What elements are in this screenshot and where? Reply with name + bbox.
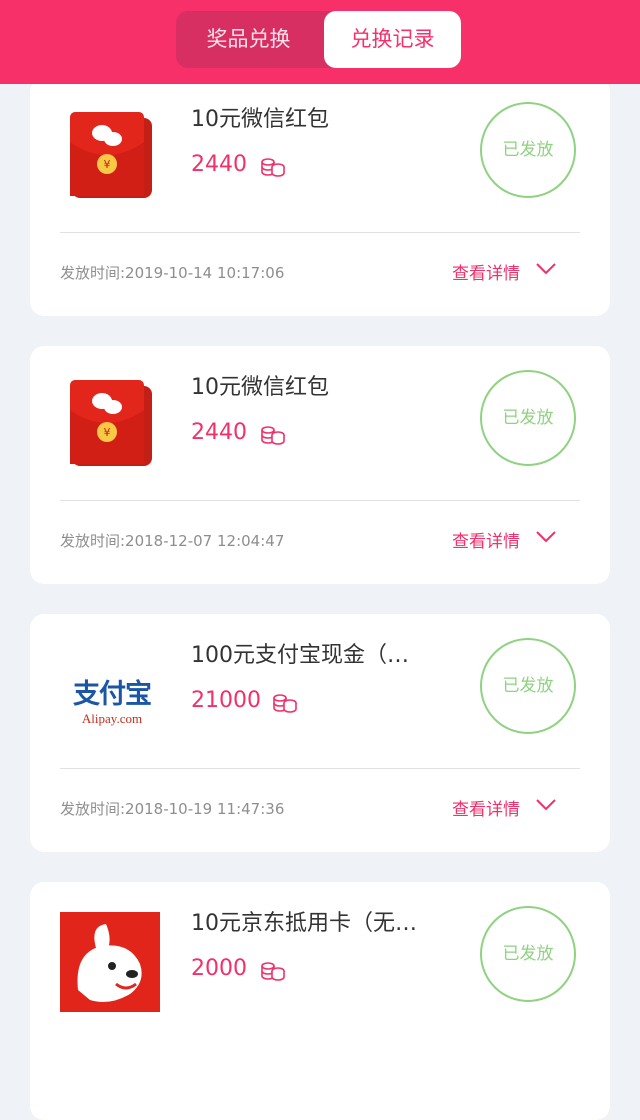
- top-header: 奖品兑换 兑换记录: [0, 0, 640, 84]
- view-detail-link[interactable]: 查看详情: [452, 259, 520, 284]
- view-detail-link[interactable]: 查看详情: [452, 527, 520, 552]
- tab-prize-exchange[interactable]: 奖品兑换: [176, 11, 321, 68]
- alipay-logo-sub: Alipay.com: [81, 711, 143, 726]
- divider: [60, 232, 580, 233]
- status-badge: 已发放: [480, 102, 576, 198]
- record-price: 21000: [191, 688, 261, 713]
- record-title: 10元微信红包: [191, 107, 329, 132]
- svg-text:¥: ¥: [104, 426, 111, 439]
- divider: [60, 500, 580, 501]
- record-price: 2000: [191, 956, 247, 981]
- record-price: 2440: [191, 420, 247, 445]
- wechat-red-envelope-icon: ¥: [70, 112, 152, 198]
- record-title: 10元京东抵用卡（无…: [191, 911, 417, 936]
- tab-exchange-records[interactable]: 兑换记录: [324, 11, 461, 68]
- record-card: 支付宝 Alipay.com 100元支付宝现金（… 21000 已发放 发放时…: [30, 614, 610, 852]
- coin-stack-icon: [261, 158, 285, 177]
- record-card: ¥ 10元微信红包 2440 已发放 发放时间:2019-10-14 10:17…: [30, 78, 610, 316]
- record-title: 10元微信红包: [191, 375, 329, 400]
- chevron-down-icon[interactable]: [535, 530, 557, 544]
- record-price: 2440: [191, 152, 247, 177]
- alipay-logo-text: 支付宝: [73, 679, 152, 710]
- divider: [60, 768, 580, 769]
- status-badge: 已发放: [480, 370, 576, 466]
- coin-stack-icon: [261, 426, 285, 445]
- status-badge: 已发放: [480, 638, 576, 734]
- coin-stack-icon: [273, 694, 297, 713]
- record-card: 10元京东抵用卡（无… 2000 已发放: [30, 882, 610, 1120]
- record-time: 发放时间:2018-10-19 11:47:36: [60, 800, 285, 818]
- jd-joy-dog-icon: [60, 912, 160, 1012]
- record-title: 100元支付宝现金（…: [191, 643, 409, 668]
- record-time: 发放时间:2019-10-14 10:17:06: [60, 264, 285, 282]
- coin-stack-icon: [261, 962, 285, 981]
- record-time: 发放时间:2018-12-07 12:04:47: [60, 532, 285, 550]
- chevron-down-icon[interactable]: [535, 262, 557, 276]
- alipay-logo: 支付宝 Alipay.com: [62, 640, 162, 740]
- view-detail-link[interactable]: 查看详情: [452, 795, 520, 820]
- svg-text:¥: ¥: [104, 158, 111, 171]
- record-card: ¥ 10元微信红包 2440 已发放 发放时间:2018-12-07 12:04…: [30, 346, 610, 584]
- status-badge: 已发放: [480, 906, 576, 1002]
- segmented-control: 奖品兑换 兑换记录: [176, 11, 461, 68]
- chevron-down-icon[interactable]: [535, 798, 557, 812]
- wechat-red-envelope-icon: ¥: [70, 380, 152, 466]
